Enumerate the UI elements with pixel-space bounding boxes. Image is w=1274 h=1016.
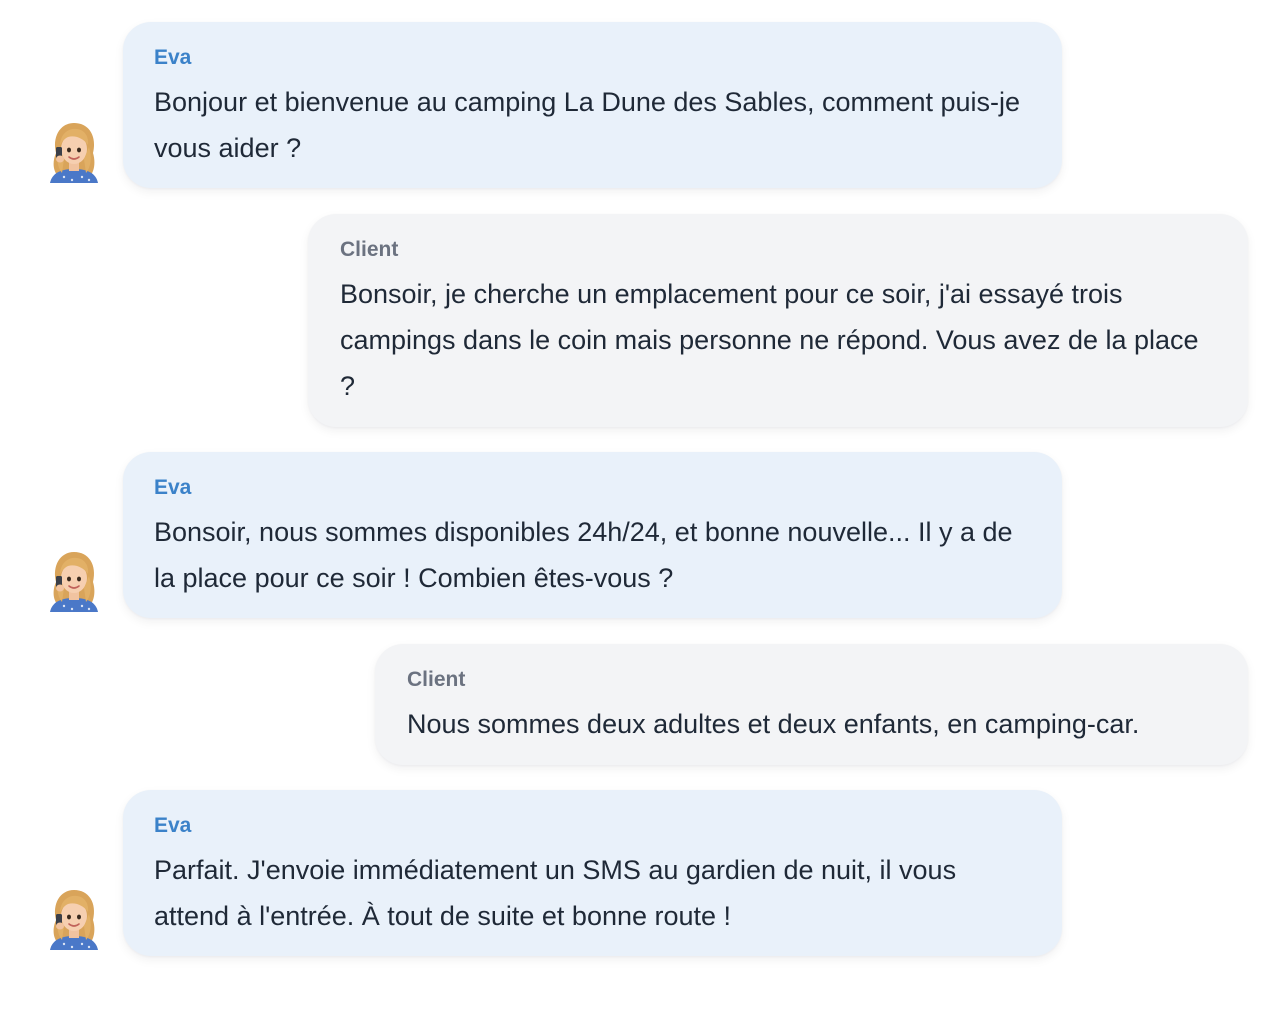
eva-avatar-icon [44,119,104,183]
message-text: Bonjour et bienvenue au camping La Dune … [154,87,1021,163]
message-bubble: Eva Bonjour et bienvenue au camping La D… [123,22,1062,188]
sender-name: Eva [154,46,192,69]
sender-name: Client [407,668,466,691]
message-bubble: Eva Parfait. J'envoie immédiatement un S… [123,790,1062,956]
message-text: Bonsoir, je cherche un emplacement pour … [340,279,1199,401]
message-bubble: Client Bonsoir, je cherche un emplacemen… [308,214,1248,427]
chat-transcript: Eva Bonjour et bienvenue au camping La D… [0,0,1274,1016]
sender-name: Eva [154,476,192,499]
message-text: Nous sommes deux adultes et deux enfants… [407,709,1140,739]
message-bubble: Client Nous sommes deux adultes et deux … [375,644,1248,765]
message-text: Parfait. J'envoie immédiatement un SMS a… [154,855,957,931]
message-text: Bonsoir, nous sommes disponibles 24h/24,… [154,517,1013,593]
eva-avatar-icon [44,886,104,950]
sender-name: Client [340,238,399,261]
eva-avatar-icon [44,548,104,612]
sender-name: Eva [154,814,192,837]
message-bubble: Eva Bonsoir, nous sommes disponibles 24h… [123,452,1062,618]
